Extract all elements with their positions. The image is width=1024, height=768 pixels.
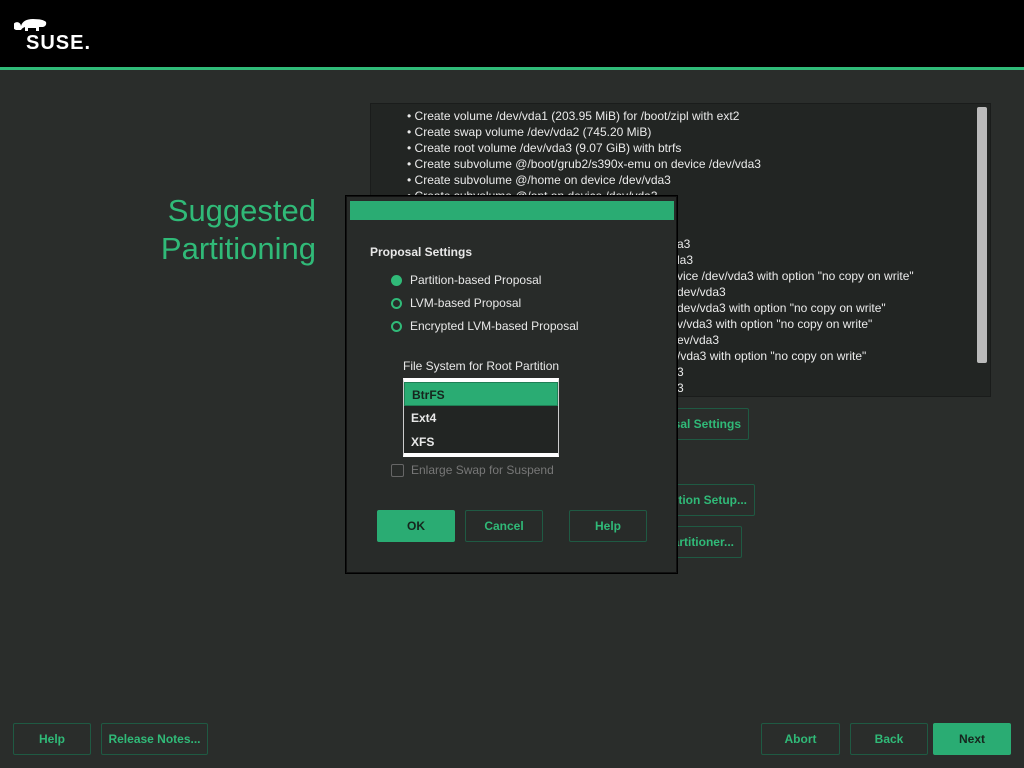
radio-selected-icon xyxy=(391,274,402,286)
radio-label: LVM-based Proposal xyxy=(410,296,522,310)
summary-line: dev/vda3 xyxy=(677,285,726,299)
filesystem-option-xfs[interactable]: XFS xyxy=(404,430,558,454)
summary-line: dev/vda3 with option "no copy on write" xyxy=(677,301,886,315)
summary-line: vice /dev/vda3 with option "no copy on w… xyxy=(677,269,914,283)
enlarge-swap-checkbox[interactable]: Enlarge Swap for Suspend xyxy=(391,463,554,477)
cancel-button[interactable]: Cancel xyxy=(465,510,543,542)
radio-label: Partition-based Proposal xyxy=(410,273,542,287)
radio-encrypted-lvm[interactable]: Encrypted LVM-based Proposal xyxy=(391,319,579,333)
summary-line: • Create root volume /dev/vda3 (9.07 GiB… xyxy=(407,141,682,155)
header-accent-line xyxy=(0,67,1024,70)
filesystem-label: File System for Root Partition xyxy=(403,359,560,373)
back-button[interactable]: Back xyxy=(850,723,928,755)
dialog-help-button[interactable]: Help xyxy=(569,510,647,542)
scrollbar[interactable] xyxy=(977,107,987,363)
title-line-1: Suggested xyxy=(167,193,316,228)
radio-unselected-icon xyxy=(391,297,402,309)
summary-line: /vda3 with option "no copy on write" xyxy=(677,349,867,363)
radio-partition-based[interactable]: Partition-based Proposal xyxy=(391,273,541,287)
radio-lvm-based[interactable]: LVM-based Proposal xyxy=(391,296,521,310)
summary-line: • Create swap volume /dev/vda2 (745.20 M… xyxy=(407,125,652,139)
summary-line: 3 xyxy=(677,381,684,395)
title-line-2: Partitioning xyxy=(160,231,316,266)
filesystem-option-btrfs[interactable]: BtrFS xyxy=(404,382,558,406)
filesystem-list[interactable]: BtrFS Ext4 XFS xyxy=(403,378,559,457)
ok-button[interactable]: OK xyxy=(377,510,455,542)
abort-button[interactable]: Abort xyxy=(761,723,840,755)
summary-line: v/vda3 with option "no copy on write" xyxy=(677,317,873,331)
logo-text: SUSE. xyxy=(26,32,92,54)
summary-line: 3 xyxy=(677,365,684,379)
radio-unselected-icon xyxy=(391,320,402,332)
summary-line: ev/vda3 xyxy=(677,333,720,347)
next-button[interactable]: Next xyxy=(933,723,1011,755)
checkbox-label: Enlarge Swap for Suspend xyxy=(411,463,554,477)
radio-label: Encrypted LVM-based Proposal xyxy=(410,319,579,333)
summary-line: • Create subvolume @/boot/grub2/s390x-em… xyxy=(407,157,761,171)
summary-line: • Create subvolume @/home on device /dev… xyxy=(407,173,671,187)
section-heading: Proposal Settings xyxy=(370,245,473,259)
summary-line: la3 xyxy=(677,253,694,267)
proposal-settings-dialog: Proposal Settings Partition-based Propos… xyxy=(346,196,677,573)
summary-line: • Create volume /dev/vda1 (203.95 MiB) f… xyxy=(407,109,740,123)
release-notes-button[interactable]: Release Notes... xyxy=(101,723,208,755)
header-bar: SUSE. xyxy=(0,0,1024,70)
summary-line: a3 xyxy=(677,237,691,251)
filesystem-option-ext4[interactable]: Ext4 xyxy=(404,406,558,430)
checkbox-icon xyxy=(391,463,404,477)
help-button[interactable]: Help xyxy=(13,723,91,755)
dialog-title-bar xyxy=(350,201,674,220)
page-title: Suggested Partitioning xyxy=(161,192,316,268)
